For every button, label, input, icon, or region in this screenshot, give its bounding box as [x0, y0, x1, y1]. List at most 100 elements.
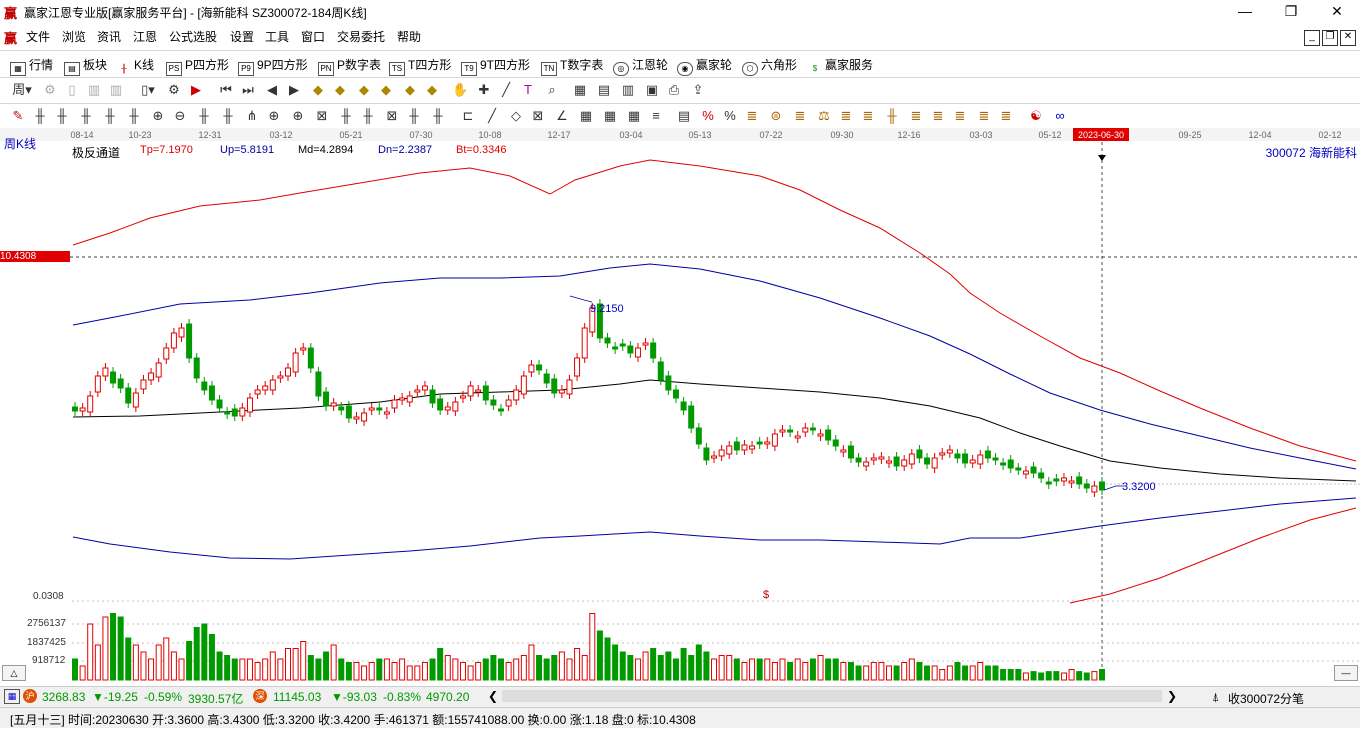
- pencil-icon[interactable]: ✎: [10, 108, 26, 124]
- mdi-minimize-button[interactable]: _: [1304, 30, 1320, 46]
- menu-window[interactable]: 窗口: [301, 28, 325, 45]
- yin-yang-icon[interactable]: ☯: [1028, 108, 1044, 124]
- print-icon[interactable]: ⎙: [666, 82, 682, 98]
- gann-wheel-button[interactable]: ◎ 江恩轮: [613, 56, 668, 76]
- percent-icon[interactable]: %: [722, 108, 738, 124]
- menu-file[interactable]: 文件: [26, 28, 50, 45]
- draw-tool-14-icon[interactable]: ╫: [338, 108, 354, 124]
- scroll-right-icon[interactable]: ❯: [1164, 689, 1180, 703]
- draw-tool-29-icon[interactable]: %: [700, 108, 716, 124]
- prev-icon[interactable]: ◀: [264, 82, 280, 98]
- draw-tool-6-icon[interactable]: ⊕: [150, 108, 166, 124]
- draw-tool-40-icon[interactable]: ≣: [976, 108, 992, 124]
- draw-tool-37-icon[interactable]: ≣: [908, 108, 924, 124]
- menu-news[interactable]: 资讯: [97, 28, 121, 45]
- draw-tool-25-icon[interactable]: ▦: [602, 108, 618, 124]
- next-icon[interactable]: ▶: [286, 82, 302, 98]
- draw-tool-4-icon[interactable]: ╫: [102, 108, 118, 124]
- horizontal-scrollbar[interactable]: [502, 690, 1162, 702]
- draw-tool-3-icon[interactable]: ╫: [78, 108, 94, 124]
- draw-tool-41-icon[interactable]: ≣: [998, 108, 1014, 124]
- draw-tool-17-icon[interactable]: ╫: [406, 108, 422, 124]
- p-number-table-button[interactable]: PN P数字表: [318, 56, 381, 76]
- menu-help[interactable]: 帮助: [397, 28, 421, 45]
- expand-up-icon[interactable]: △: [2, 665, 26, 681]
- scroll-left-icon[interactable]: ❮: [485, 689, 501, 703]
- draw-tool-13-icon[interactable]: ⊠: [314, 108, 330, 124]
- zoom-tool-icon[interactable]: ⌕: [544, 82, 560, 98]
- draw-tool-1-icon[interactable]: ╫: [32, 108, 48, 124]
- draw-tool-33-icon[interactable]: ⚖: [816, 108, 832, 124]
- draw-tool-31-icon[interactable]: ⊜: [768, 108, 784, 124]
- calendar-icon[interactable]: ▦: [572, 82, 588, 98]
- t-number-table-button[interactable]: TN T数字表: [541, 56, 603, 76]
- minimize-button[interactable]: —: [1222, 0, 1268, 24]
- t-square-button[interactable]: TS T四方形: [389, 56, 451, 76]
- hexagon-button[interactable]: ⬡ 六角形: [742, 56, 797, 76]
- mdi-restore-button[interactable]: ❐: [1322, 30, 1338, 46]
- draw-tool-23-icon[interactable]: ∠: [554, 108, 570, 124]
- restore-button[interactable]: ❐: [1268, 0, 1314, 24]
- diamond-5-icon[interactable]: ◆: [402, 82, 418, 98]
- diamond-4-icon[interactable]: ◆: [378, 82, 394, 98]
- draw-tool-36-icon[interactable]: ╫: [884, 108, 900, 124]
- menu-tools[interactable]: 工具: [265, 28, 289, 45]
- draw-tool-22-icon[interactable]: ⊠: [530, 108, 546, 124]
- draw-tool-38-icon[interactable]: ≣: [930, 108, 946, 124]
- kline-chart[interactable]: 08-14 10-23 12-31 03-12 05-21 07-30 10-08 12-17…: [0, 128, 1360, 683]
- winner-wheel-button[interactable]: ◉ 赢家轮: [677, 56, 732, 76]
- draw-tool-20-icon[interactable]: ╱: [484, 108, 500, 124]
- draw-tool-10-icon[interactable]: ⋔: [244, 108, 260, 124]
- draw-tool-15-icon[interactable]: ╫: [360, 108, 376, 124]
- draw-tool-26-icon[interactable]: ▦: [626, 108, 642, 124]
- drawing-mode-dropdown[interactable]: ▯▾: [136, 82, 160, 98]
- line-tool-icon[interactable]: ╱: [498, 82, 514, 98]
- draw-tool-19-icon[interactable]: ⊏: [460, 108, 476, 124]
- settings-icon[interactable]: ⚙: [166, 82, 182, 98]
- draw-tool-34-icon[interactable]: ≣: [838, 108, 854, 124]
- collapse-icon[interactable]: —: [1334, 665, 1358, 681]
- diamond-6-icon[interactable]: ◆: [424, 82, 440, 98]
- diamond-1-icon[interactable]: ◆: [310, 82, 326, 98]
- period-dropdown[interactable]: 周▾: [8, 82, 36, 98]
- draw-tool-16-icon[interactable]: ⊠: [384, 108, 400, 124]
- diamond-2-icon[interactable]: ◆: [332, 82, 348, 98]
- draw-tool-12-icon[interactable]: ⊕: [290, 108, 306, 124]
- menu-formula[interactable]: 公式选股: [169, 28, 217, 45]
- draw-tool-21-icon[interactable]: ◇: [508, 108, 524, 124]
- draw-tool-28-icon[interactable]: ▤: [676, 108, 692, 124]
- draw-tool-35-icon[interactable]: ≣: [860, 108, 876, 124]
- draw-tool-30-icon[interactable]: ≣: [744, 108, 760, 124]
- close-button[interactable]: ✕: [1314, 0, 1360, 24]
- mdi-close-button[interactable]: ✕: [1340, 30, 1356, 46]
- diamond-3-icon[interactable]: ◆: [356, 82, 372, 98]
- draw-tool-24-icon[interactable]: ▦: [578, 108, 594, 124]
- tick-data-label[interactable]: 收300072分笔: [1228, 690, 1304, 707]
- kline-button[interactable]: ╫ K线: [117, 56, 154, 75]
- menu-gann[interactable]: 江恩: [133, 28, 157, 45]
- text-tool-icon[interactable]: T: [520, 82, 536, 98]
- 9p-square-button[interactable]: P9 9P四方形: [238, 56, 308, 76]
- draw-tool-27-icon[interactable]: ≡: [648, 108, 664, 124]
- 9t-square-button[interactable]: T9 9T四方形: [461, 56, 530, 76]
- grid-icon[interactable]: ▦: [4, 689, 20, 704]
- winner-service-button[interactable]: $ 赢家服务: [808, 56, 873, 75]
- infinity-icon[interactable]: ∞: [1052, 108, 1068, 124]
- draw-tool-39-icon[interactable]: ≣: [952, 108, 968, 124]
- hand-icon[interactable]: ✋: [452, 82, 468, 98]
- draw-tool-2-icon[interactable]: ╫: [54, 108, 70, 124]
- menu-browse[interactable]: 浏览: [62, 28, 86, 45]
- list-icon[interactable]: ▥: [620, 82, 636, 98]
- chart-area[interactable]: 08-14 10-23 12-31 03-12 05-21 07-30 10-08 12-17…: [0, 128, 1360, 683]
- draw-tool-18-icon[interactable]: ╫: [430, 108, 446, 124]
- menu-settings[interactable]: 设置: [230, 28, 254, 45]
- menu-trade[interactable]: 交易委托: [337, 28, 385, 45]
- quotes-button[interactable]: ▦ 行情: [10, 56, 53, 76]
- draw-tool-5-icon[interactable]: ╫: [126, 108, 142, 124]
- sector-button[interactable]: ▤ 板块: [64, 56, 107, 76]
- draw-tool-11-icon[interactable]: ⊕: [266, 108, 282, 124]
- table-icon[interactable]: ▤: [596, 82, 612, 98]
- bars-icon[interactable]: ▶: [188, 82, 204, 98]
- draw-tool-32-icon[interactable]: ≣: [792, 108, 808, 124]
- last-page-icon[interactable]: ⏭: [240, 82, 256, 98]
